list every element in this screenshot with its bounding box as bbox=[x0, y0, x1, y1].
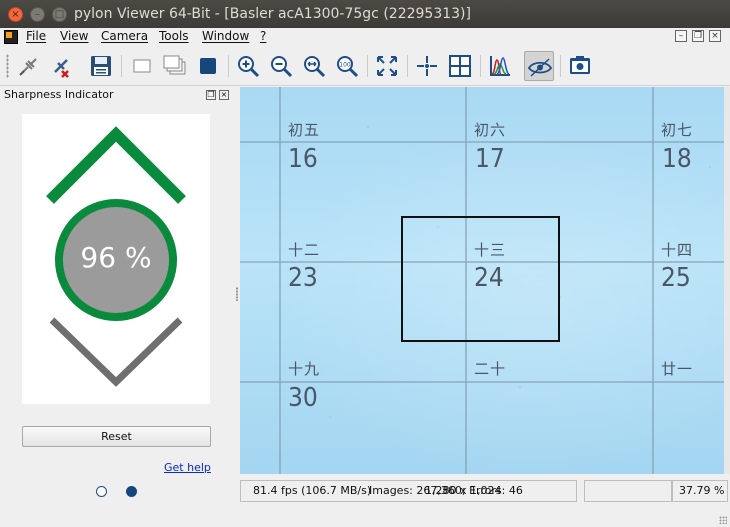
image-view-edge bbox=[724, 87, 730, 474]
menu-window[interactable]: Window bbox=[202, 29, 249, 43]
single-shot-icon bbox=[133, 59, 151, 73]
zoom-100-icon: 100 bbox=[337, 56, 359, 78]
mdi-close-icon[interactable]: × bbox=[709, 30, 721, 42]
lunar-date-label: 十四 bbox=[661, 241, 694, 259]
image-capture-icon bbox=[570, 56, 590, 74]
calendar-day-number: 25 bbox=[661, 263, 691, 293]
sharpness-indicator-button[interactable] bbox=[524, 51, 554, 81]
menu-file[interactable]: File bbox=[26, 29, 46, 43]
lunar-date-label: 十九 bbox=[288, 360, 321, 378]
lunar-date-label: 廿一 bbox=[661, 360, 694, 378]
menu-help[interactable]: ? bbox=[260, 29, 266, 43]
reset-button[interactable]: Reset bbox=[22, 426, 211, 447]
toolbar-separator bbox=[228, 55, 229, 77]
app-icon[interactable] bbox=[4, 30, 18, 44]
toolbar-separator bbox=[480, 55, 481, 77]
toolbar-grip[interactable] bbox=[6, 54, 9, 78]
calendar-day-number: 18 bbox=[662, 144, 692, 174]
lunar-date-label: 初五 bbox=[288, 121, 321, 139]
fullscreen-icon bbox=[377, 56, 397, 76]
single-shot-button[interactable] bbox=[127, 51, 157, 81]
zoom-out-button[interactable] bbox=[266, 51, 296, 81]
panel-splitter[interactable] bbox=[236, 287, 238, 301]
lunar-date-label: 初七 bbox=[661, 121, 694, 139]
sharpness-panel-title: Sharpness Indicator bbox=[4, 88, 114, 101]
calendar-day-number: 23 bbox=[288, 263, 318, 293]
connect-device-icon bbox=[54, 59, 69, 78]
toolbar-separator bbox=[367, 55, 368, 77]
zoom-100-button[interactable]: 100 bbox=[332, 51, 362, 81]
stop-grab-icon bbox=[200, 58, 216, 74]
lunar-date-label: 初六 bbox=[474, 121, 507, 139]
histogram-button[interactable] bbox=[485, 51, 515, 81]
sharpness-down-chevron-icon bbox=[49, 317, 183, 387]
lunar-date-label: 二十 bbox=[474, 360, 507, 378]
connect-device-button[interactable] bbox=[46, 51, 76, 81]
toolbar-separator bbox=[560, 55, 561, 77]
sharpness-roi-rectangle[interactable] bbox=[401, 216, 560, 342]
status-zoom: 37.79 % bbox=[679, 484, 725, 497]
menu-camera[interactable]: Camera bbox=[101, 29, 148, 43]
save-image-icon bbox=[91, 56, 111, 76]
toolbar-separator bbox=[121, 55, 122, 77]
calendar-day-number: 16 bbox=[288, 144, 318, 174]
sharpness-eye-icon bbox=[528, 58, 552, 77]
grid-button[interactable] bbox=[445, 51, 475, 81]
zoom-in-icon bbox=[238, 56, 260, 78]
mdi-minimize-icon[interactable]: – bbox=[675, 30, 687, 42]
disconnect-device-button[interactable] bbox=[14, 51, 44, 81]
menu-view[interactable]: View bbox=[60, 29, 88, 43]
window-maximize-button[interactable]: □ bbox=[52, 7, 67, 22]
window-close-button[interactable]: × bbox=[8, 7, 23, 22]
image-capture-button[interactable] bbox=[565, 51, 595, 81]
fit-to-window-icon bbox=[304, 56, 326, 78]
mdi-restore-icon[interactable]: ❐ bbox=[692, 30, 704, 42]
fit-to-window-button[interactable] bbox=[299, 51, 329, 81]
panel-close-icon[interactable]: × bbox=[219, 90, 229, 100]
menu-tools[interactable]: Tools bbox=[159, 29, 189, 43]
get-help-link[interactable]: Get help bbox=[164, 461, 211, 474]
zoom-out-icon bbox=[271, 56, 293, 78]
disconnect-device-icon bbox=[19, 58, 37, 76]
status-fps: 81.4 fps (106.7 MB/s) bbox=[253, 484, 372, 497]
calendar-day-number: 17 bbox=[475, 144, 505, 174]
window-resize-grip[interactable] bbox=[719, 516, 727, 524]
camera-image-view[interactable]: 初五 初六 初七 16 17 18 十二 十三 十四 23 24 25 十九 二… bbox=[240, 87, 724, 474]
window-title: pylon Viewer 64-Bit - [Basler acA1300-75… bbox=[74, 6, 471, 22]
zoom-in-button[interactable] bbox=[233, 51, 263, 81]
save-image-button[interactable] bbox=[86, 51, 116, 81]
continuous-shot-button[interactable] bbox=[160, 51, 190, 81]
stop-grab-button[interactable] bbox=[193, 51, 223, 81]
sharpness-value: 96 % bbox=[80, 241, 152, 274]
status-resolution: 1,280 x 1,024 bbox=[425, 484, 502, 497]
sharpness-indicator: 96 % bbox=[22, 114, 210, 404]
lunar-date-label: 十二 bbox=[288, 241, 321, 259]
continuous-shot-icon bbox=[163, 55, 186, 75]
toolbar-separator bbox=[407, 55, 408, 77]
panel-float-icon[interactable]: ❐ bbox=[206, 90, 216, 100]
sharpness-up-chevron-icon bbox=[46, 126, 186, 204]
center-crosshair-icon bbox=[417, 56, 437, 76]
center-crosshair-button[interactable] bbox=[412, 51, 442, 81]
window-minimize-button[interactable]: – bbox=[30, 7, 45, 22]
grid-icon bbox=[449, 55, 471, 77]
calendar-day-number: 30 bbox=[288, 383, 318, 413]
histogram-icon bbox=[490, 56, 510, 76]
fullscreen-button[interactable] bbox=[372, 51, 402, 81]
window-title-bar: × – □ pylon Viewer 64-Bit - [Basler acA1… bbox=[0, 0, 730, 28]
status-field-blank bbox=[584, 480, 672, 502]
svg-text:100: 100 bbox=[339, 62, 351, 69]
